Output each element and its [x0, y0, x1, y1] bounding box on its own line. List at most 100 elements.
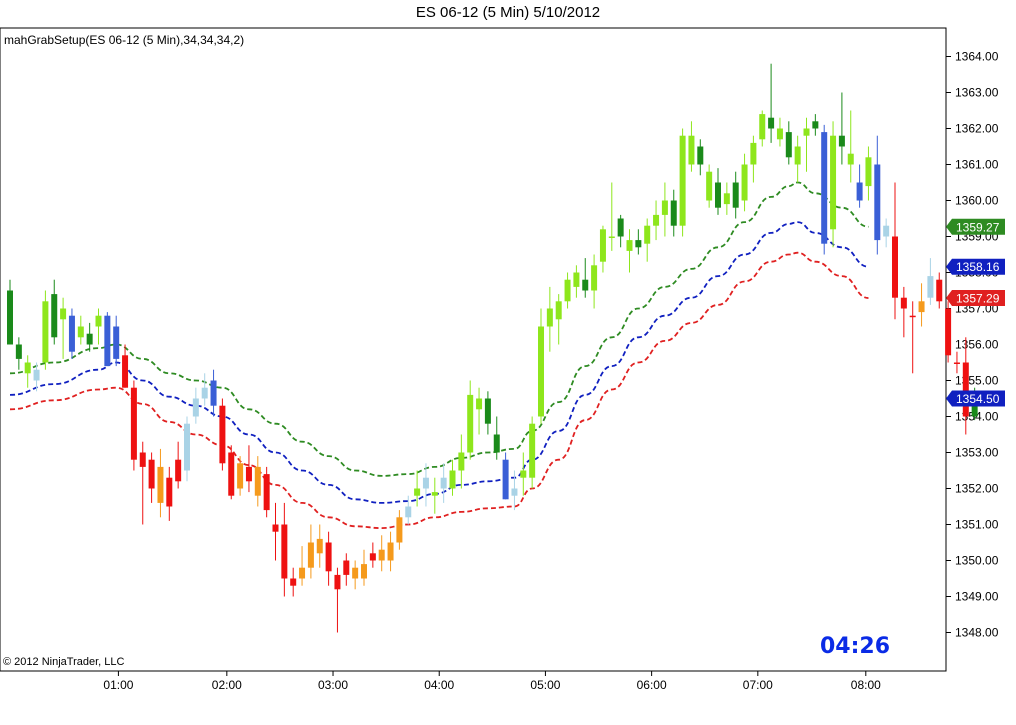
- candle-body: [847, 153, 854, 165]
- indicator-bands: [9, 181, 869, 530]
- candle: [254, 456, 261, 507]
- candle-body: [856, 182, 863, 201]
- candle: [847, 110, 854, 183]
- candle: [644, 218, 651, 262]
- candle: [768, 63, 775, 143]
- candle-body: [316, 538, 323, 554]
- candle: [157, 448, 164, 518]
- candle: [953, 351, 960, 374]
- y-tick-label: 1364.00: [955, 50, 999, 64]
- candle: [166, 466, 173, 521]
- candle: [361, 549, 367, 586]
- candle-body: [290, 578, 297, 586]
- price-flag: 1357.29: [946, 290, 1005, 307]
- y-tick-label: 1361.00: [955, 158, 999, 172]
- candle: [175, 441, 182, 489]
- price-flag: 1354.50: [946, 390, 1005, 407]
- candle: [865, 146, 872, 201]
- candle-body: [838, 135, 845, 147]
- candle: [661, 182, 668, 237]
- candle-body: [697, 146, 704, 165]
- candle: [538, 308, 544, 424]
- candle-body: [538, 326, 544, 417]
- candle-body: [599, 229, 606, 262]
- x-tick-label: 03:00: [318, 678, 348, 692]
- candle: [821, 124, 828, 255]
- candle: [626, 229, 633, 273]
- x-tick-label: 05:00: [530, 678, 560, 692]
- candle-body: [484, 398, 491, 424]
- candle: [732, 171, 739, 219]
- candle-body: [396, 517, 403, 543]
- candle-body: [148, 459, 155, 489]
- y-tick-label: 1349.00: [955, 590, 999, 604]
- candle-body: [953, 362, 960, 364]
- candle: [316, 524, 323, 568]
- x-tick-label: 07:00: [743, 678, 773, 692]
- candle-body: [228, 452, 235, 496]
- candle-body: [502, 459, 509, 500]
- candle-body: [883, 225, 890, 237]
- copyright-text: © 2012 NinjaTrader, LLC: [3, 656, 125, 668]
- candle-body: [422, 477, 429, 489]
- candle: [352, 560, 359, 590]
- y-tick-label: 1363.00: [955, 86, 999, 100]
- candle: [431, 477, 438, 514]
- candle-body: [918, 301, 925, 313]
- candle: [325, 531, 332, 586]
- candle: [15, 337, 22, 370]
- candle: [210, 369, 217, 417]
- candle: [785, 121, 792, 165]
- plot-area: [0, 27, 947, 672]
- candle: [883, 218, 890, 248]
- candle: [679, 128, 686, 237]
- candle: [794, 135, 801, 183]
- candle-body: [644, 225, 651, 244]
- x-tick-label: 02:00: [212, 678, 242, 692]
- candle-body: [812, 121, 819, 129]
- candle-body: [706, 171, 713, 201]
- candle: [60, 297, 67, 359]
- candle-body: [900, 297, 907, 309]
- candle: [24, 355, 31, 388]
- candle: [458, 434, 465, 489]
- candle: [812, 114, 819, 136]
- candle-body: [467, 394, 474, 453]
- candle-body: [175, 459, 182, 482]
- candle: [546, 286, 553, 352]
- y-tick-label: 1362.00: [955, 122, 999, 136]
- candle: [307, 524, 314, 579]
- band-lower-line: [9, 251, 869, 530]
- candle: [830, 121, 837, 248]
- candle: [599, 225, 606, 273]
- candle-body: [520, 470, 527, 478]
- candle: [723, 182, 730, 215]
- y-tick-label: 1352.00: [955, 482, 999, 496]
- x-tick-label: 01:00: [103, 678, 133, 692]
- candle-body: [272, 524, 279, 532]
- candle: [529, 416, 536, 489]
- candle-body: [529, 423, 536, 478]
- candle-body: [458, 452, 465, 471]
- candle-body: [564, 279, 571, 302]
- candle-body: [95, 315, 102, 327]
- candle: [68, 308, 75, 359]
- candle: [51, 279, 58, 345]
- candle: [502, 452, 509, 500]
- candle-body: [715, 182, 721, 208]
- candle: [741, 153, 748, 212]
- candle: [263, 466, 270, 518]
- candle-body: [33, 369, 40, 381]
- x-tick-label: 04:00: [424, 678, 454, 692]
- candle: [228, 445, 235, 500]
- y-tick-label: 1356.00: [955, 338, 999, 352]
- candle-body: [936, 279, 943, 302]
- candle-body: [157, 466, 164, 503]
- candle: [113, 315, 120, 367]
- candlesticks: [7, 63, 978, 633]
- candle-body: [785, 132, 792, 158]
- candle: [706, 164, 713, 208]
- price-chart[interactable]: 01:00 02:00 03:00 04:00 05:00 06:00 07:00 08:00…: [0, 0, 1016, 725]
- candle-body: [343, 560, 350, 575]
- candle-body: [60, 308, 67, 320]
